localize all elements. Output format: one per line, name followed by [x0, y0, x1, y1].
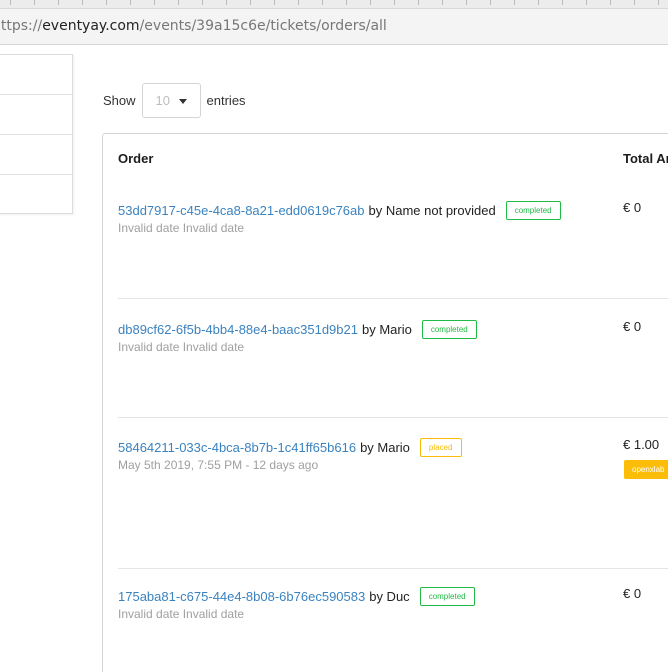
- order-line: 53dd7917-c45e-4ca8-8a21-edd0619c76ab by …: [118, 199, 668, 221]
- ruler-tick: [562, 0, 563, 5]
- table-row: 175aba81-c675-44e4-8b08-6b76ec590583 by …: [118, 585, 668, 621]
- ruler-tick: [178, 0, 179, 5]
- column-header-order[interactable]: Order: [118, 151, 153, 166]
- row-divider: [118, 298, 668, 299]
- orders-table: Order Total Amount 53dd7917-c45e-4ca8-8a…: [102, 133, 668, 672]
- entries-label: entries: [206, 92, 246, 108]
- ruler-tick: [202, 0, 203, 5]
- order-date: Invalid date Invalid date: [118, 607, 245, 621]
- table-row: db89cf62-6f5b-4bb4-88e4-baac351d9b21 by …: [118, 318, 668, 354]
- caret-down-icon: [178, 98, 187, 104]
- order-id-link[interactable]: 53dd7917-c45e-4ca8-8a21-edd0619c76ab: [118, 203, 365, 218]
- row-divider: [118, 568, 668, 569]
- ruler-tick: [634, 0, 635, 5]
- ruler-tick: [394, 0, 395, 5]
- status-badge: completed: [505, 200, 561, 220]
- order-total-amount: € 0: [623, 319, 642, 334]
- table-row: 53dd7917-c45e-4ca8-8a21-edd0619c76ab by …: [118, 199, 668, 235]
- table-row: 58464211-033c-4bca-8b7b-1c41ff65b616 by …: [118, 436, 668, 479]
- ruler-tick: [586, 0, 587, 5]
- ruler-tick: [226, 0, 227, 5]
- order-id-link[interactable]: 175aba81-c675-44e4-8b08-6b76ec590583: [118, 589, 365, 604]
- column-header-total-amount[interactable]: Total Amount: [623, 151, 668, 166]
- ruler-tick: [418, 0, 419, 5]
- ruler-tick: [514, 0, 515, 5]
- order-date: Invalid date Invalid date: [118, 340, 245, 354]
- status-badge: completed: [419, 586, 475, 606]
- ruler-tick: [10, 0, 11, 5]
- ruler-tick: [466, 0, 467, 5]
- ruler-tick: [58, 0, 59, 5]
- sidebar-menu-item[interactable]: [0, 95, 72, 135]
- order-total-amount: € 1.00: [623, 437, 660, 452]
- url-prefix: https://: [0, 18, 43, 34]
- show-label: Show: [103, 92, 136, 108]
- url-path: /events/39a15c6e/tickets/orders/all: [139, 18, 387, 34]
- order-buyer: by Mario: [360, 439, 410, 455]
- order-date: May 5th 2019, 7:55 PM - 12 days ago: [118, 458, 319, 472]
- sidebar-menu-item[interactable]: [0, 55, 72, 95]
- ruler-tick: [274, 0, 275, 5]
- order-total-amount: € 0: [623, 200, 642, 215]
- entries-per-page-select[interactable]: 10: [141, 82, 201, 118]
- ruler-tick: [82, 0, 83, 5]
- ruler-tick: [490, 0, 491, 5]
- entries-selected-value: 10: [155, 92, 170, 108]
- table-header: Order Total Amount: [103, 134, 668, 182]
- status-badge: placed: [419, 437, 462, 457]
- ruler-tick: [34, 0, 35, 5]
- url-domain: eventyay.com: [42, 18, 140, 34]
- show-entries-control: Show 10 entries: [103, 82, 246, 118]
- ruler-tick: [538, 0, 539, 5]
- order-line: 175aba81-c675-44e4-8b08-6b76ec590583 by …: [118, 585, 668, 607]
- sidebar-menu-item[interactable]: [0, 175, 72, 215]
- ruler-tick: [610, 0, 611, 5]
- row-divider: [118, 417, 668, 418]
- status-badge: completed: [421, 319, 477, 339]
- address-bar[interactable]: https://eventyay.com/events/39a15c6e/tic…: [0, 9, 668, 45]
- ruler-tick: [370, 0, 371, 5]
- sidebar-menu-item[interactable]: [0, 135, 72, 175]
- order-buyer: by Mario: [361, 321, 412, 337]
- order-buyer: by Duc: [369, 588, 410, 604]
- ruler-tick: [130, 0, 131, 5]
- browser-tab-strip: [0, 0, 668, 9]
- order-date: Invalid date Invalid date: [118, 221, 245, 235]
- ruler-tick: [442, 0, 443, 5]
- order-total-amount: € 0: [623, 586, 642, 601]
- ruler-tick: [346, 0, 347, 5]
- ruler-tick: [322, 0, 323, 5]
- ruler-tick: [298, 0, 299, 5]
- order-line: 58464211-033c-4bca-8b7b-1c41ff65b616 by …: [118, 436, 668, 458]
- ruler-tick: [106, 0, 107, 5]
- order-id-link[interactable]: 58464211-033c-4bca-8b7b-1c41ff65b616: [118, 440, 356, 455]
- sidebar-menu: [0, 54, 73, 214]
- order-buyer: by Name not provided: [368, 202, 496, 218]
- order-id-link[interactable]: db89cf62-6f5b-4bb4-88e4-baac351d9b21: [118, 322, 358, 337]
- page: https://eventyay.com/events/39a15c6e/tic…: [0, 0, 668, 672]
- discount-code-badge: openxlab: [624, 460, 668, 479]
- ruler-tick: [154, 0, 155, 5]
- ruler-tick: [250, 0, 251, 5]
- url-text[interactable]: https://eventyay.com/events/39a15c6e/tic…: [0, 18, 387, 34]
- order-line: db89cf62-6f5b-4bb4-88e4-baac351d9b21 by …: [118, 318, 668, 340]
- ruler-tick: [658, 0, 659, 5]
